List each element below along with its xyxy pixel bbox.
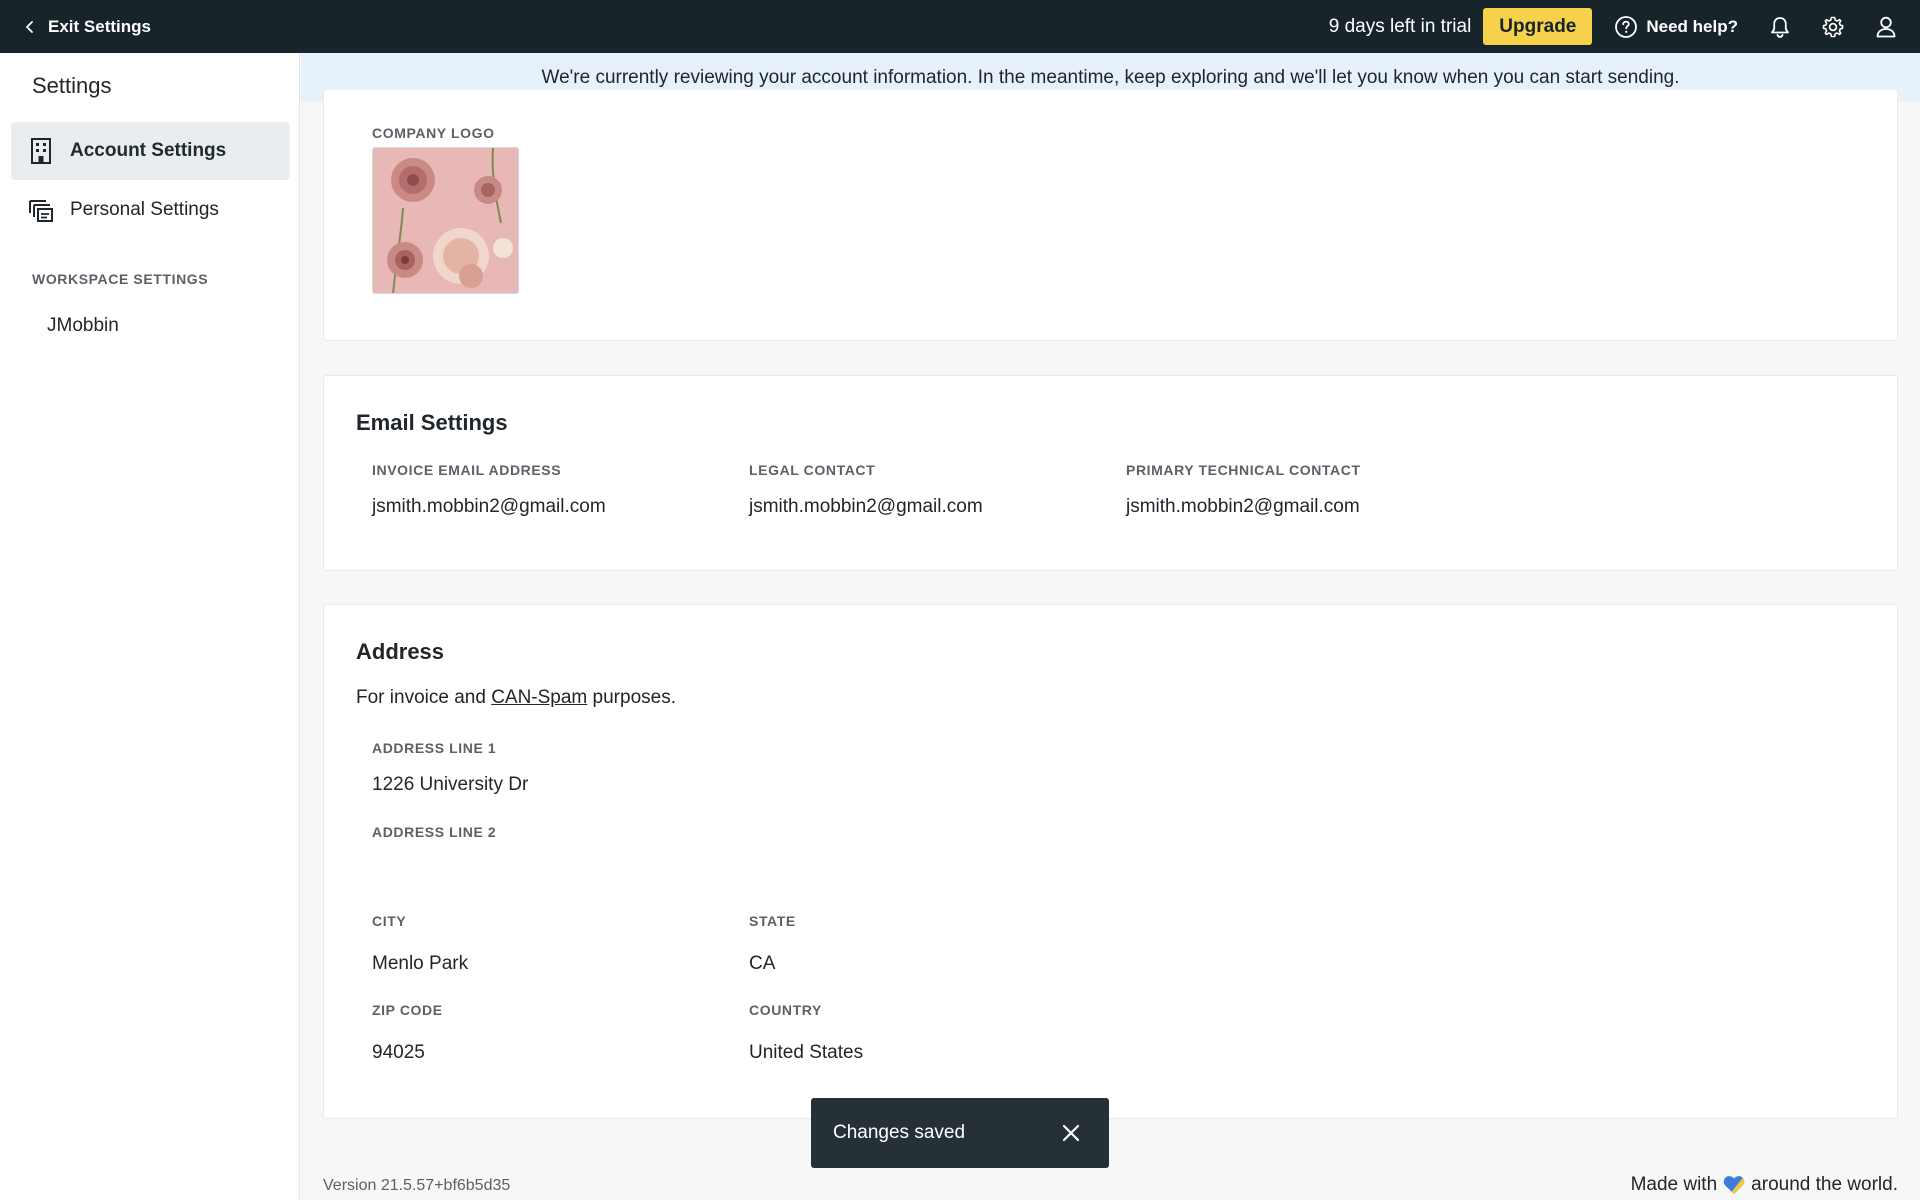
address-description: For invoice and CAN-Spam purposes. <box>356 687 676 709</box>
sidebar-item-account-settings[interactable]: Account Settings <box>11 122 290 180</box>
email-settings-card: Email Settings INVOICE EMAIL ADDRESS jsm… <box>323 375 1898 571</box>
zip-code-label: ZIP CODE <box>372 1002 443 1018</box>
country-value: United States <box>749 1042 864 1063</box>
address-line1-value: 1226 University Dr <box>372 774 529 795</box>
company-logo-image[interactable] <box>372 147 519 294</box>
technical-contact-value: jsmith.mobbin2@gmail.com <box>1126 496 1360 517</box>
legal-contact-label: LEGAL CONTACT <box>749 462 876 478</box>
made-with-prefix: Made with <box>1630 1174 1718 1195</box>
chevron-left-icon <box>26 20 33 33</box>
invoice-email-label: INVOICE EMAIL ADDRESS <box>372 462 562 478</box>
address-title: Address <box>356 639 445 664</box>
technical-contact-label: PRIMARY TECHNICAL CONTACT <box>1126 462 1361 478</box>
settings-sidebar: Settings Account Settings Personal Setti… <box>0 53 300 1200</box>
country-label: COUNTRY <box>749 1002 822 1018</box>
version-text: Version 21.5.57+bf6b5d35 <box>323 1177 511 1194</box>
user-icon <box>1876 16 1896 37</box>
address-line1-label: ADDRESS LINE 1 <box>372 740 497 756</box>
need-help-button[interactable]: Need help? <box>1614 15 1738 39</box>
exit-settings-label: Exit Settings <box>48 16 151 36</box>
state-label: STATE <box>749 913 796 929</box>
top-bar: Exit Settings 9 days left in trial Upgra… <box>0 0 1920 53</box>
made-with-suffix: around the world. <box>1751 1174 1898 1195</box>
notifications-button[interactable] <box>1768 15 1792 39</box>
close-icon <box>1062 1124 1080 1142</box>
zip-code-value: 94025 <box>372 1042 425 1063</box>
sidebar-item-label: Account Settings <box>70 140 227 161</box>
sidebar-item-workspace[interactable]: JMobbin <box>47 315 119 337</box>
can-spam-link[interactable]: CAN-Spam <box>491 687 587 708</box>
heart-icon <box>1723 1176 1745 1195</box>
toast-message: Changes saved <box>833 1122 966 1143</box>
address-card: Address For invoice and CAN-Spam purpose… <box>323 604 1898 1119</box>
city-label: CITY <box>372 913 407 929</box>
gear-icon <box>1822 16 1844 37</box>
invoice-email-value: jsmith.mobbin2@gmail.com <box>372 496 606 517</box>
help-circle-icon <box>1615 15 1638 38</box>
city-value: Menlo Park <box>372 953 469 974</box>
sidebar-item-label: Personal Settings <box>70 199 219 220</box>
address-line2-label: ADDRESS LINE 2 <box>372 824 497 840</box>
need-help-label: Need help? <box>1646 16 1738 36</box>
top-bar-actions: 9 days left in trial Upgrade Need help? <box>1329 0 1920 53</box>
toast-close-button[interactable] <box>1061 1123 1081 1143</box>
profile-button[interactable] <box>1874 15 1898 39</box>
upgrade-button[interactable]: Upgrade <box>1483 8 1593 45</box>
state-value: CA <box>749 953 776 974</box>
made-with-footer: Made with around the world. <box>1631 1174 1898 1196</box>
sidebar-item-personal-settings[interactable]: Personal Settings <box>11 181 290 239</box>
address-description-suffix: purposes. <box>587 687 676 708</box>
exit-settings-button[interactable]: Exit Settings <box>24 17 151 37</box>
legal-contact-value: jsmith.mobbin2@gmail.com <box>749 496 983 517</box>
sidebar-title: Settings <box>32 73 112 98</box>
workspace-settings-heading: WORKSPACE SETTINGS <box>32 271 209 287</box>
address-description-prefix: For invoice and <box>356 687 492 708</box>
trial-status: 9 days left in trial <box>1328 15 1472 37</box>
settings-button[interactable] <box>1821 15 1845 39</box>
building-icon <box>28 137 54 165</box>
company-logo-card: COMPANY LOGO <box>323 90 1898 341</box>
cards-icon <box>28 196 54 224</box>
changes-saved-toast: Changes saved <box>811 1098 1109 1168</box>
company-logo-label: COMPANY LOGO <box>372 125 495 141</box>
bell-icon <box>1771 16 1789 38</box>
email-settings-title: Email Settings <box>356 410 508 435</box>
